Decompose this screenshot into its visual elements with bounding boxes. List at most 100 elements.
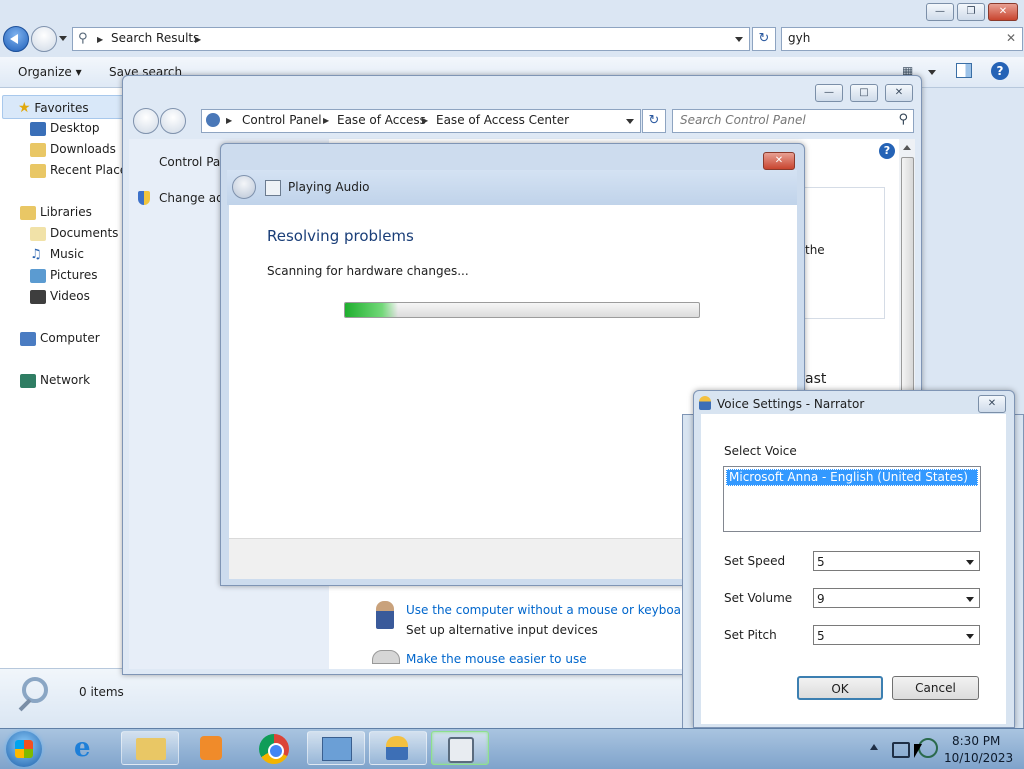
sidebar-item-libraries[interactable]: Libraries bbox=[20, 205, 92, 220]
troubleshooter-app-icon bbox=[265, 180, 281, 196]
cp-address-bar[interactable]: ▶ Control Panel ▶ Ease of Access ▶ Ease … bbox=[201, 109, 641, 133]
history-dropdown-icon[interactable] bbox=[59, 36, 67, 41]
libraries-icon bbox=[20, 205, 36, 220]
scroll-up-icon[interactable] bbox=[903, 145, 911, 150]
action-center-icon[interactable] bbox=[892, 742, 910, 758]
explorer-address-bar[interactable]: ⚲ ▶ Search Results ▶ bbox=[72, 27, 750, 51]
sidebar-item-computer[interactable]: Computer bbox=[20, 331, 100, 346]
narrator-taskbar-icon bbox=[386, 736, 408, 760]
forward-button[interactable] bbox=[31, 26, 57, 52]
clock-date[interactable]: 10/10/2023 bbox=[944, 751, 1013, 765]
explorer-minimize-button[interactable]: — bbox=[926, 3, 954, 21]
control-panel-icon bbox=[206, 113, 220, 127]
troubleshooter-close-button[interactable]: ✕ bbox=[763, 152, 795, 170]
cp-maximize-button[interactable]: □ bbox=[850, 84, 878, 102]
taskbar-control-panel-button[interactable] bbox=[307, 731, 365, 765]
pitch-select[interactable]: 5 bbox=[813, 625, 980, 645]
sidebar-item-favorites[interactable]: ★ Favorites bbox=[18, 100, 89, 116]
show-hidden-icons[interactable] bbox=[870, 744, 878, 750]
narrator-voice-settings-window: Voice Settings - Narrator ✕ Select Voice… bbox=[693, 390, 1015, 728]
volume-label: Set Volume bbox=[724, 591, 793, 605]
cancel-button[interactable]: Cancel bbox=[892, 676, 979, 700]
cp-link-no-mouse-keyboard-desc: Set up alternative input devices bbox=[406, 623, 598, 637]
voice-option-selected[interactable]: Microsoft Anna - English (United States) bbox=[726, 469, 978, 486]
sidebar-item-network[interactable]: Network bbox=[20, 373, 90, 388]
crumb-control-panel[interactable]: Control Panel bbox=[242, 113, 322, 127]
explorer-restore-button[interactable]: ❐ bbox=[957, 3, 985, 21]
sidebar-item-documents[interactable]: Documents bbox=[30, 226, 118, 241]
sidebar-item-videos[interactable]: Videos bbox=[30, 289, 90, 304]
cp-forward-button[interactable] bbox=[160, 108, 186, 134]
troubleshooter-taskbar-icon bbox=[448, 737, 474, 763]
sidebar-item-music[interactable]: ♫ Music bbox=[30, 247, 84, 262]
ok-button[interactable]: OK bbox=[797, 676, 883, 700]
cp-link-mouse-easier[interactable]: Make the mouse easier to use bbox=[406, 652, 587, 666]
speed-label: Set Speed bbox=[724, 554, 786, 568]
cp-minimize-button[interactable]: — bbox=[815, 84, 843, 102]
star-icon: ★ bbox=[18, 100, 31, 116]
refresh-button[interactable]: ↻ bbox=[752, 27, 776, 51]
explorer-search-box[interactable]: gyh ✕ bbox=[781, 27, 1023, 51]
cp-search-box[interactable]: Search Control Panel ⚲ bbox=[672, 109, 914, 133]
mouse-cursor-icon bbox=[914, 744, 922, 758]
desktop-icon bbox=[30, 121, 46, 136]
start-button[interactable] bbox=[6, 731, 42, 767]
crumb-ease-of-access[interactable]: Ease of Access bbox=[337, 113, 426, 127]
organize-button[interactable]: Organize ▾ bbox=[18, 65, 82, 79]
cp-left-link-change-admin[interactable]: Change adr bbox=[159, 191, 229, 205]
person-keyboard-icon bbox=[376, 601, 394, 629]
voice-listbox[interactable]: Microsoft Anna - English (United States) bbox=[723, 466, 981, 532]
narrator-close-button[interactable]: ✕ bbox=[978, 395, 1006, 413]
troubleshooter-back-button[interactable] bbox=[232, 175, 256, 199]
taskbar-explorer-button[interactable] bbox=[121, 731, 179, 765]
cp-partial-heading: ast bbox=[805, 371, 827, 387]
cp-address-dropdown-icon[interactable] bbox=[626, 119, 634, 124]
documents-icon bbox=[30, 226, 46, 241]
cp-partial-text: the bbox=[805, 243, 825, 257]
clear-search-icon[interactable]: ✕ bbox=[1006, 31, 1016, 45]
help-icon[interactable]: ? bbox=[991, 62, 1009, 80]
volume-select[interactable]: 9 bbox=[813, 588, 980, 608]
uac-shield-icon bbox=[138, 191, 150, 205]
search-results-icon: ⚲ bbox=[78, 31, 88, 46]
narrator-title: Voice Settings - Narrator bbox=[717, 397, 865, 411]
mouse-icon bbox=[372, 650, 400, 664]
speed-select[interactable]: 5 bbox=[813, 551, 980, 571]
internet-explorer-icon[interactable]: e bbox=[74, 733, 91, 763]
sidebar-item-pictures[interactable]: Pictures bbox=[30, 268, 98, 283]
cp-search-icon[interactable]: ⚲ bbox=[898, 112, 908, 127]
taskbar-chrome-button[interactable] bbox=[258, 733, 290, 765]
cp-close-button[interactable]: ✕ bbox=[885, 84, 913, 102]
sidebar-item-recent-places[interactable]: Recent Places bbox=[30, 163, 133, 178]
sidebar-item-downloads[interactable]: Downloads bbox=[30, 142, 116, 157]
narrator-app-icon bbox=[699, 396, 711, 410]
cp-help-icon[interactable]: ? bbox=[879, 143, 895, 159]
taskbar-playing-audio-button[interactable] bbox=[431, 731, 489, 765]
videos-icon bbox=[30, 289, 46, 304]
view-dropdown-icon[interactable] bbox=[928, 70, 936, 75]
windows-logo-icon bbox=[15, 740, 33, 758]
taskbar-troubleshooter-button[interactable] bbox=[369, 731, 427, 765]
troubleshooter-progress-bar bbox=[344, 302, 700, 318]
crumb-ease-of-access-center[interactable]: Ease of Access Center bbox=[436, 113, 569, 127]
music-icon: ♫ bbox=[30, 247, 42, 262]
sidebar-item-desktop[interactable]: Desktop bbox=[30, 121, 100, 136]
preview-pane-icon[interactable] bbox=[956, 63, 972, 78]
cp-search-placeholder: Search Control Panel bbox=[680, 113, 806, 127]
cp-back-button[interactable] bbox=[133, 108, 159, 134]
progress-fill bbox=[345, 303, 399, 317]
search-magnifier-icon bbox=[22, 677, 48, 703]
explorer-close-button[interactable]: ✕ bbox=[988, 3, 1018, 21]
folder-icon bbox=[136, 738, 166, 760]
computer-icon bbox=[20, 331, 36, 346]
clock-time[interactable]: 8:30 PM bbox=[952, 734, 1000, 748]
narrator-body: Select Voice Microsoft Anna - English (U… bbox=[701, 414, 1006, 724]
back-button[interactable] bbox=[3, 26, 29, 52]
taskbar-media-player-button[interactable] bbox=[196, 733, 226, 763]
media-player-icon bbox=[200, 736, 222, 760]
troubleshooter-status: Scanning for hardware changes... bbox=[267, 264, 469, 278]
cp-refresh-button[interactable]: ↻ bbox=[642, 109, 666, 133]
address-dropdown-icon[interactable] bbox=[735, 37, 743, 42]
cp-link-no-mouse-keyboard[interactable]: Use the computer without a mouse or keyb… bbox=[406, 603, 693, 617]
item-count: 0 items bbox=[79, 685, 124, 699]
